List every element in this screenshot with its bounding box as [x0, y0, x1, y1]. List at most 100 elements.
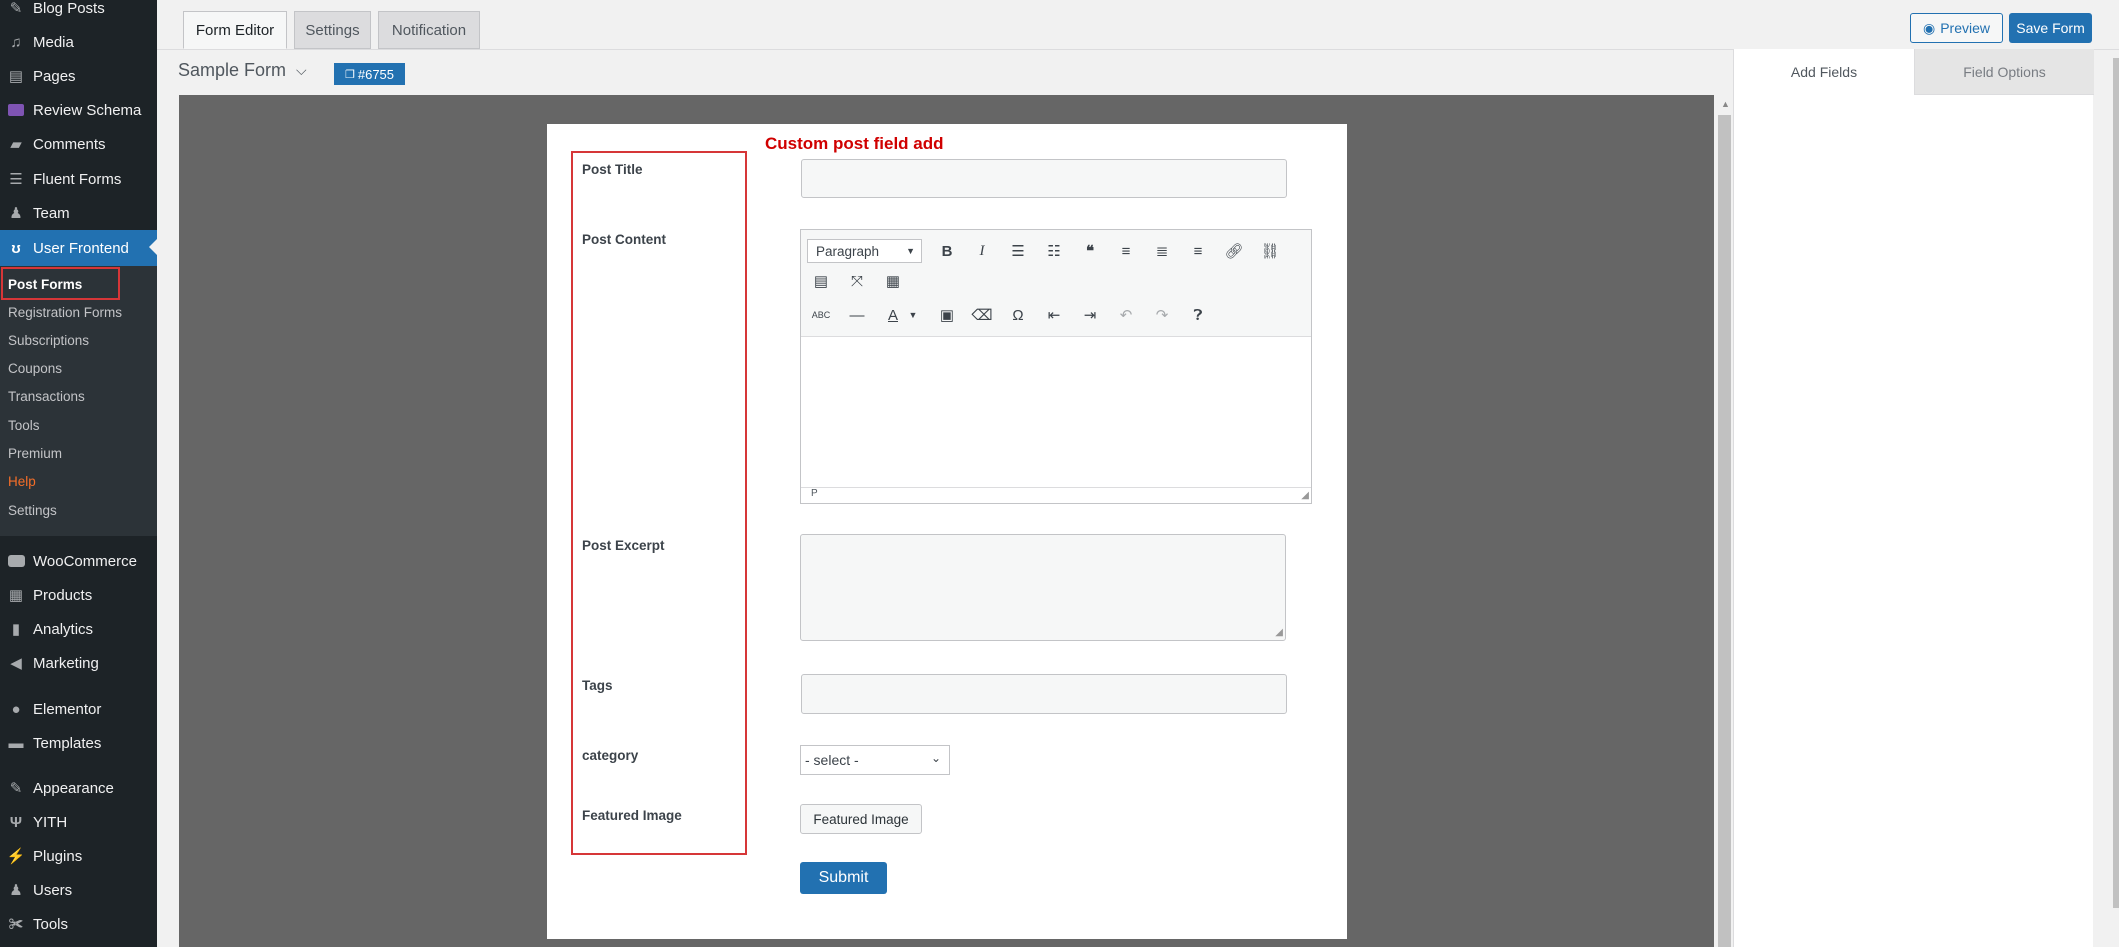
- redo-icon[interactable]: ↷: [1149, 302, 1175, 328]
- preview-button[interactable]: ◉ Preview: [1910, 13, 2003, 43]
- menu-label: Templates: [33, 734, 102, 752]
- tags-input[interactable]: [801, 674, 1287, 714]
- submenu-help[interactable]: Help: [8, 474, 36, 489]
- submenu-tools[interactable]: Tools: [8, 418, 40, 433]
- menu-item-user-frontend[interactable]: ʊ User Frontend: [0, 230, 157, 266]
- align-right-icon[interactable]: ≡: [1185, 238, 1211, 264]
- fullscreen-icon[interactable]: ⤧: [844, 268, 870, 294]
- indent-icon[interactable]: ⇥: [1077, 302, 1103, 328]
- active-arrow-icon: [149, 239, 157, 255]
- clear-formatting-icon[interactable]: ⌫: [969, 302, 995, 328]
- editor-toolbar: Paragraph ▼ B I ☰ ☷ ❝ ≡ ≣ ≡ 🔗︎ ⛓︎ ▤ ⤧ ▦ …: [801, 230, 1311, 337]
- menu-item-marketing[interactable]: ◀ Marketing: [0, 646, 157, 680]
- menu-item-woocommerce[interactable]: WooCommerce: [0, 544, 157, 578]
- submenu-premium[interactable]: Premium: [8, 446, 62, 461]
- tab-add-fields[interactable]: Add Fields: [1734, 49, 1914, 95]
- chevron-down-icon: ⌵: [296, 62, 307, 78]
- align-left-icon[interactable]: ≡: [1113, 238, 1139, 264]
- category-select[interactable]: - select - ⌄: [800, 745, 950, 775]
- templates-icon: ▬: [8, 734, 24, 752]
- tools-icon: ✀: [8, 915, 24, 933]
- strikethrough-icon[interactable]: ABC: [808, 302, 834, 328]
- menu-item-analytics[interactable]: ▮ Analytics: [0, 612, 157, 646]
- submenu-transactions[interactable]: Transactions: [8, 389, 85, 404]
- read-more-icon[interactable]: ▤: [808, 268, 834, 294]
- menu-item-media[interactable]: ♫ Media: [0, 25, 157, 59]
- submenu-coupons[interactable]: Coupons: [8, 361, 62, 376]
- toolbar-toggle-icon[interactable]: ▦: [880, 268, 906, 294]
- label-featured-image: Featured Image: [582, 808, 682, 823]
- post-title-input[interactable]: [801, 159, 1287, 198]
- outdent-icon[interactable]: ⇤: [1041, 302, 1067, 328]
- link-icon[interactable]: 🔗︎: [1221, 238, 1247, 264]
- undo-icon[interactable]: ↶: [1113, 302, 1139, 328]
- bullet-list-icon[interactable]: ☰: [1005, 238, 1031, 264]
- label-post-title: Post Title: [582, 162, 643, 177]
- menu-label: Team: [33, 204, 70, 222]
- menu-label: Tools: [33, 915, 69, 933]
- canvas-scrollbar[interactable]: ▲: [1716, 95, 1733, 947]
- menu-label: Media: [33, 33, 74, 51]
- dropdown-arrow-icon: ▼: [906, 246, 915, 256]
- annotation-text: Custom post field add: [765, 134, 944, 153]
- post-content-editor[interactable]: Paragraph ▼ B I ☰ ☷ ❝ ≡ ≣ ≡ 🔗︎ ⛓︎ ▤ ⤧ ▦ …: [800, 229, 1312, 504]
- menu-item-users[interactable]: ♟ Users: [0, 873, 157, 907]
- menu-label: Review Schema: [33, 101, 142, 119]
- resize-grip-icon[interactable]: ◢: [1275, 627, 1283, 638]
- menu-item-team[interactable]: ♟ Team: [0, 196, 157, 230]
- align-center-icon[interactable]: ≣: [1149, 238, 1175, 264]
- numbered-list-icon[interactable]: ☷: [1041, 238, 1067, 264]
- menu-item-comments[interactable]: ▰ Comments: [0, 127, 157, 161]
- submenu-subscriptions[interactable]: Subscriptions: [8, 333, 89, 348]
- save-form-button[interactable]: Save Form: [2009, 13, 2092, 43]
- scroll-up-icon[interactable]: ▲: [1721, 99, 1730, 109]
- resize-grip-icon[interactable]: ◢: [1301, 490, 1309, 501]
- horizontal-line-icon[interactable]: —: [844, 302, 870, 328]
- menu-item-plugins[interactable]: ⚡ Plugins: [0, 839, 157, 873]
- scrollbar-thumb[interactable]: [1718, 115, 1731, 947]
- category-select-value: - select -: [805, 752, 859, 768]
- post-forms-highlight-box: [1, 267, 120, 300]
- submenu-settings[interactable]: Settings: [8, 503, 57, 518]
- label-post-excerpt: Post Excerpt: [582, 538, 665, 553]
- menu-item-products[interactable]: ▦ Products: [0, 578, 157, 612]
- unlink-icon[interactable]: ⛓︎: [1257, 238, 1283, 264]
- menu-item-tools[interactable]: ✀ Tools: [0, 907, 157, 941]
- italic-icon[interactable]: I: [969, 238, 995, 264]
- menu-item-elementor[interactable]: ● Elementor: [0, 692, 157, 726]
- special-character-icon[interactable]: Ω: [1005, 302, 1031, 328]
- format-select[interactable]: Paragraph ▼: [807, 239, 922, 263]
- tab-notification[interactable]: Notification: [378, 11, 480, 49]
- featured-image-button[interactable]: Featured Image: [800, 804, 922, 834]
- form-id-badge[interactable]: ❐ #6755: [334, 63, 405, 85]
- eye-icon: ◉: [1922, 19, 1936, 36]
- color-dropdown-icon[interactable]: ▼: [900, 302, 926, 328]
- chevron-down-icon: ⌄: [930, 751, 941, 765]
- menu-item-review-schema[interactable]: Review Schema: [0, 93, 157, 127]
- submit-button[interactable]: Submit: [800, 862, 887, 894]
- tab-field-options[interactable]: Field Options: [1914, 49, 2094, 95]
- bold-icon[interactable]: B: [934, 238, 960, 264]
- pages-icon: ▤: [8, 68, 24, 85]
- menu-item-fluent-forms[interactable]: ☰ Fluent Forms: [0, 162, 157, 196]
- menu-label: Elementor: [33, 700, 102, 718]
- menu-item-blog-posts[interactable]: ✎ Blog Posts: [0, 0, 157, 25]
- tab-settings[interactable]: Settings: [294, 11, 371, 49]
- submenu-registration-forms[interactable]: Registration Forms: [8, 305, 122, 320]
- form-title-dropdown[interactable]: Sample Form ⌵: [178, 60, 307, 81]
- appearance-icon: ✎: [9, 780, 23, 797]
- menu-item-templates[interactable]: ▬ Templates: [0, 726, 157, 760]
- menu-item-yith[interactable]: Ψ YITH: [0, 805, 157, 839]
- tab-form-editor[interactable]: Form Editor: [183, 11, 287, 49]
- menu-item-appearance[interactable]: ✎ Appearance: [0, 771, 157, 805]
- menu-label: Blog Posts: [33, 0, 105, 17]
- user-frontend-icon: ʊ: [11, 239, 21, 257]
- help-icon[interactable]: ❓︎: [1185, 302, 1211, 328]
- paste-text-icon[interactable]: ▣: [934, 302, 960, 328]
- menu-item-pages[interactable]: ▤ Pages: [0, 59, 157, 93]
- menu-label: Marketing: [33, 654, 99, 672]
- blockquote-icon[interactable]: ❝: [1077, 238, 1103, 264]
- menu-label: WooCommerce: [33, 552, 137, 570]
- page-scrollbar[interactable]: [2113, 58, 2119, 908]
- post-excerpt-textarea[interactable]: ◢: [800, 534, 1286, 641]
